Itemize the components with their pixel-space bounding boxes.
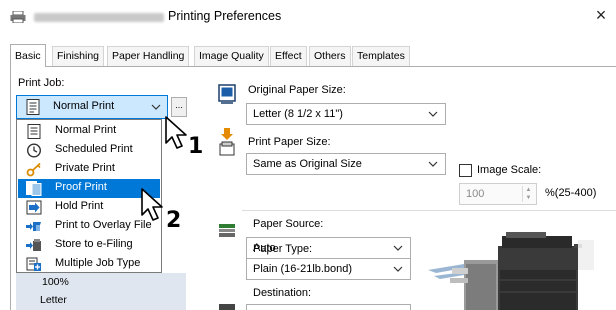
paper-source-icon	[219, 224, 235, 237]
tab-templates[interactable]: Templates	[352, 46, 410, 66]
spin-buttons-icon[interactable]: ▲ ▼	[522, 186, 534, 202]
option-label: Normal Print	[55, 124, 117, 136]
destination-icon	[219, 304, 235, 310]
print-paper-size-value: Same as Original Size	[253, 158, 362, 170]
option-label: Store to e-Filing	[55, 238, 133, 250]
chevron-down-icon	[428, 111, 438, 117]
option-scheduled-print[interactable]: Scheduled Print	[18, 141, 160, 160]
chevron-down-icon	[151, 104, 161, 110]
callout-number-1: 1	[188, 134, 204, 159]
option-print-to-overlay-file[interactable]: Print to Overlay File	[18, 217, 160, 236]
paper-value: Letter	[40, 294, 67, 306]
paper-type-label: Paper Type:	[253, 243, 313, 255]
destination-label: Destination:	[253, 287, 312, 299]
chevron-down-icon	[393, 266, 403, 272]
normal-print-icon	[27, 124, 41, 139]
option-label: Proof Print	[55, 181, 107, 193]
printer-name-blurred	[34, 13, 164, 22]
option-label: Private Print	[55, 162, 115, 174]
scheduled-print-icon	[26, 143, 42, 158]
print-job-value: Normal Print	[53, 100, 115, 112]
printer-icon	[10, 11, 26, 23]
tab-others[interactable]: Others	[309, 46, 351, 66]
title-bar: Printing Preferences ×	[0, 0, 616, 34]
overlay-file-icon	[26, 222, 41, 231]
print-paper-size-icon	[219, 128, 235, 156]
hold-print-icon	[26, 200, 42, 215]
chevron-down-icon	[428, 161, 438, 167]
option-hold-print[interactable]: Hold Print	[18, 198, 160, 217]
printer-illustration	[428, 232, 594, 310]
destination-select[interactable]	[246, 304, 411, 310]
tab-basic[interactable]: Basic	[10, 44, 46, 67]
e-filing-icon	[26, 239, 41, 251]
window-title: Printing Preferences	[168, 9, 282, 23]
option-private-print[interactable]: Private Print	[18, 160, 160, 179]
original-paper-icon	[218, 84, 236, 104]
image-scale-value: 100	[466, 188, 485, 200]
option-store-to-e-filing[interactable]: Store to e-Filing	[18, 236, 160, 255]
print-job-select[interactable]: Normal Print	[16, 95, 168, 119]
private-print-icon	[26, 162, 41, 177]
paper-type-select[interactable]: Plain (16-21lb.bond)	[246, 258, 411, 280]
callout-number-2: 2	[166, 208, 182, 233]
chevron-down-icon	[393, 245, 403, 251]
image-scale-label: Image Scale:	[477, 164, 542, 176]
tab-finishing[interactable]: Finishing	[52, 46, 105, 66]
image-scale-input[interactable]: 100 ▲ ▼	[459, 183, 537, 205]
print-job-details-button[interactable]: ...	[171, 97, 187, 117]
option-proof-print[interactable]: Proof Print	[18, 179, 160, 198]
multiple-job-icon	[26, 257, 41, 271]
original-paper-size-label: Original Paper Size:	[248, 84, 346, 96]
tab-effect[interactable]: Effect	[270, 46, 307, 66]
option-label: Print to Overlay File	[55, 219, 152, 231]
original-paper-size-select[interactable]: Letter (8 1/2 x 11")	[246, 103, 446, 125]
zoom-value: 100%	[42, 276, 69, 288]
tab-bar: Basic Finishing Paper Handling Image Qua…	[10, 44, 616, 67]
mouse-cursor-icon	[141, 188, 163, 221]
option-multiple-job-type[interactable]: Multiple Job Type	[18, 255, 160, 274]
option-label: Hold Print	[55, 200, 104, 212]
close-button[interactable]: ×	[590, 6, 612, 26]
paper-source-label: Paper Source:	[253, 218, 324, 230]
separator	[242, 210, 616, 211]
image-scale-checkbox[interactable]	[459, 164, 472, 177]
tab-image-quality[interactable]: Image Quality	[194, 46, 269, 66]
option-normal-print[interactable]: Normal Print	[18, 122, 160, 141]
print-paper-size-label: Print Paper Size:	[248, 136, 331, 148]
option-label: Multiple Job Type	[55, 257, 141, 269]
tab-paper-handling[interactable]: Paper Handling	[107, 46, 190, 66]
original-paper-size-value: Letter (8 1/2 x 11")	[253, 108, 343, 120]
print-preview-summary: 100% Letter	[16, 273, 186, 310]
option-label: Scheduled Print	[55, 143, 133, 155]
print-paper-size-select[interactable]: Same as Original Size	[246, 153, 446, 175]
paper-type-value: Plain (16-21lb.bond)	[253, 263, 353, 275]
print-job-label: Print Job:	[18, 77, 65, 89]
image-scale-range: %(25-400)	[545, 187, 597, 199]
normal-print-icon	[26, 99, 40, 115]
proof-print-icon	[26, 181, 42, 196]
